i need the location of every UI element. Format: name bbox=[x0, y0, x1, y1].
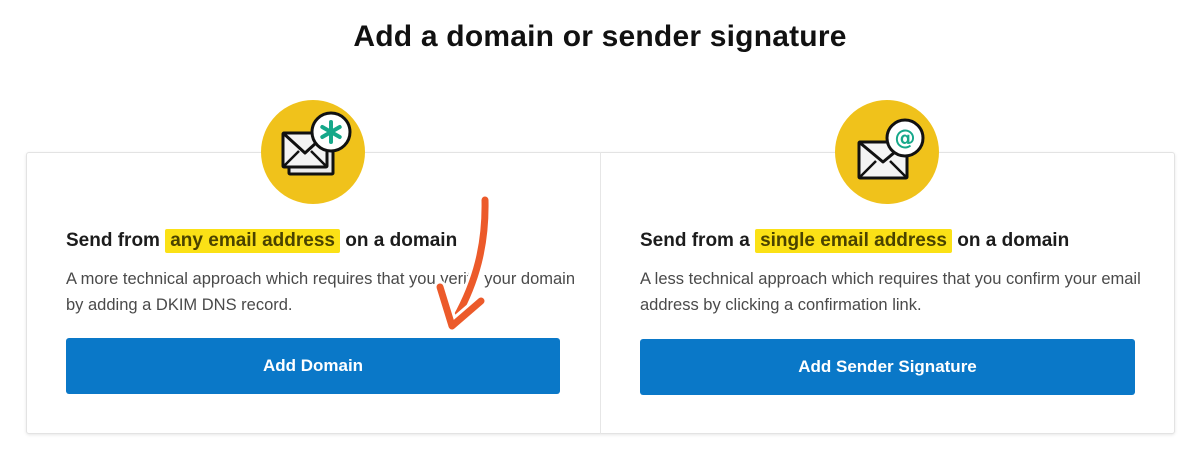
domain-card-heading: Send from any email address on a domain bbox=[66, 229, 458, 253]
heading-text: on a domain bbox=[340, 230, 458, 251]
heading-text: on a domain bbox=[952, 230, 1070, 251]
add-sender-signature-button[interactable]: Add Sender Signature bbox=[640, 339, 1135, 395]
sender-card-description: A less technical approach which requires… bbox=[640, 270, 1141, 314]
envelope-at-icon: @ bbox=[835, 100, 939, 204]
add-domain-button[interactable]: Add Domain bbox=[66, 338, 560, 394]
svg-text:@: @ bbox=[895, 126, 916, 150]
sender-card-heading: Send from a single email address on a do… bbox=[640, 229, 1070, 253]
heading-highlight: any email address bbox=[165, 229, 340, 253]
domain-card-description: A more technical approach which requires… bbox=[66, 270, 576, 314]
panel-divider bbox=[600, 152, 601, 434]
heading-text: Send from a bbox=[640, 230, 756, 251]
envelope-asterisk-icon bbox=[261, 100, 365, 204]
heading-text: Send from bbox=[66, 230, 166, 251]
page-title: Add a domain or sender signature bbox=[353, 20, 847, 53]
heading-highlight: single email address bbox=[755, 229, 952, 253]
